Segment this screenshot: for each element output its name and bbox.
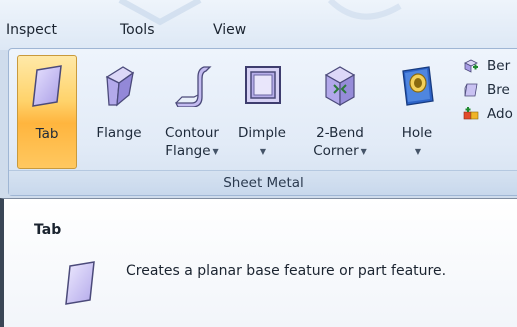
dimple-button[interactable]: Dimple ▼: [231, 55, 293, 167]
bend-label: Ber: [487, 58, 511, 74]
menu-bar: Inspect Tools View: [0, 18, 517, 46]
chevron-down-icon[interactable]: ▼: [361, 147, 367, 156]
contour-flange-label-line2: Flange ▼: [165, 143, 219, 159]
chevron-down-icon[interactable]: ▼: [213, 147, 219, 156]
add-label: Ado: [487, 106, 513, 122]
ribbon-group-label: Sheet Metal: [9, 170, 517, 195]
tooltip-description: Creates a planar base feature or part fe…: [126, 263, 447, 279]
two-bend-corner-button[interactable]: 2-Bend Corner ▼: [305, 55, 375, 167]
tooltip-title: Tab: [34, 222, 62, 238]
hole-dropdown: ▼: [387, 143, 447, 160]
tab-plate-icon: [32, 65, 62, 107]
bend-button[interactable]: Ber: [463, 57, 517, 77]
flange-button[interactable]: Flange: [87, 55, 151, 167]
hole-label: Hole: [401, 125, 433, 141]
flange-icon: [105, 66, 135, 107]
dimple-label: Dimple: [238, 125, 286, 141]
two-bend-corner-label-line1: 2-Bend: [316, 125, 364, 141]
dimple-dropdown: ▼: [231, 143, 293, 160]
contour-flange-label-line1: Contour: [165, 125, 219, 141]
tab-label: Tab: [35, 126, 59, 142]
two-bend-corner-label-line2: Corner ▼: [313, 143, 367, 159]
ribbon-sheet-metal-group: Tab Flange Contour Flange ▼ Dimple ▼ 2-B…: [8, 48, 517, 196]
menu-inspect[interactable]: Inspect: [6, 22, 57, 38]
dimple-icon: [245, 66, 281, 104]
break-corner-label: Bre: [487, 82, 510, 98]
hole-button[interactable]: Hole ▼: [387, 55, 447, 167]
contour-flange-icon: [174, 66, 212, 107]
break-corner-icon: [464, 83, 478, 97]
break-corner-button[interactable]: Bre: [463, 81, 517, 101]
two-bend-corner-icon: [324, 66, 356, 107]
tab-plate-icon: [65, 261, 95, 305]
menu-tools[interactable]: Tools: [120, 22, 155, 38]
menu-view[interactable]: View: [213, 22, 246, 38]
chevron-down-icon[interactable]: ▼: [415, 147, 421, 156]
flange-label: Flange: [96, 125, 142, 141]
tab-button[interactable]: Tab: [17, 55, 77, 169]
add-icon: [463, 107, 479, 120]
bend-icon: [464, 59, 478, 73]
tooltip-panel: Tab Creates a planar base feature or par…: [0, 198, 517, 327]
add-button[interactable]: Ado: [463, 105, 517, 125]
chevron-down-icon[interactable]: ▼: [260, 147, 266, 156]
hole-icon: [402, 66, 434, 106]
contour-flange-button[interactable]: Contour Flange ▼: [155, 55, 229, 167]
